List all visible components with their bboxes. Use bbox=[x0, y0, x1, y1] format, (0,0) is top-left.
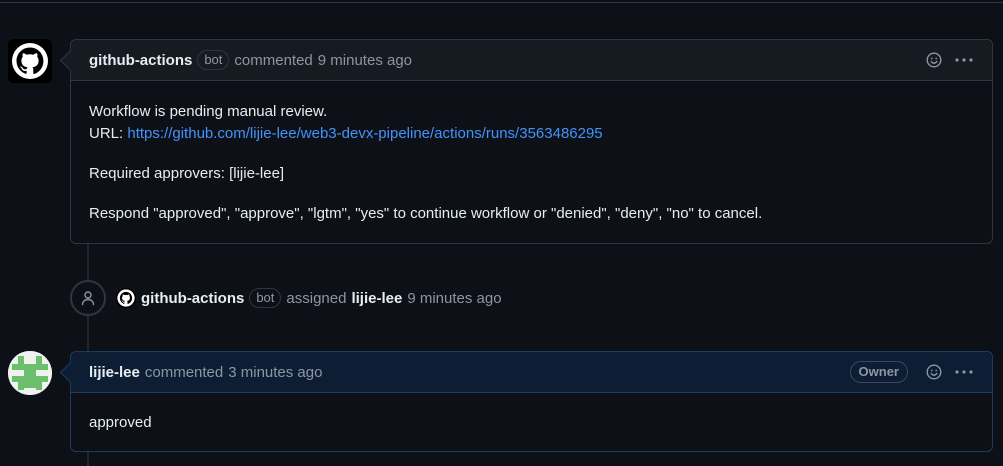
timeline-connector bbox=[87, 316, 89, 351]
comment-caret bbox=[59, 361, 82, 384]
smiley-icon[interactable] bbox=[926, 364, 942, 380]
kebab-icon[interactable] bbox=[954, 52, 974, 68]
github-logo-icon bbox=[116, 288, 136, 308]
github-logo-icon bbox=[8, 39, 52, 83]
comment-author[interactable]: lijie-lee bbox=[89, 364, 140, 381]
required-approvers-text: Required approvers: [lijie-lee] bbox=[89, 165, 285, 182]
comment-action: commented bbox=[144, 363, 224, 381]
lijie-lee-avatar[interactable] bbox=[8, 351, 52, 395]
comment-body: Workflow is pending manual review. URL: … bbox=[71, 81, 992, 245]
smiley-icon[interactable] bbox=[926, 52, 942, 68]
comment-timestamp[interactable]: 3 minutes ago bbox=[228, 364, 322, 381]
divider bbox=[0, 2, 1003, 3]
event-timestamp[interactable]: 9 minutes ago bbox=[407, 290, 501, 307]
comment-author[interactable]: github-actions bbox=[89, 52, 192, 69]
bot-badge: bot bbox=[249, 288, 282, 308]
comment-text: approved bbox=[89, 414, 152, 431]
workflow-pending-text: Workflow is pending manual review. bbox=[89, 103, 328, 120]
workflow-run-link[interactable]: https://github.com/lijie-lee/web3-devx-p… bbox=[127, 125, 602, 142]
issue-timeline: github-actions bot commented 9 minutes a… bbox=[0, 0, 1003, 466]
timeline-connector bbox=[87, 452, 89, 466]
event-actor[interactable]: github-actions bbox=[141, 290, 244, 307]
event-verb: assigned bbox=[286, 289, 347, 307]
comment-actions bbox=[926, 52, 974, 68]
comment-header: lijie-lee commented 3 minutes ago Owner bbox=[59, 352, 992, 393]
assign-event: github-actions bot assigned lijie-lee 9 … bbox=[70, 280, 502, 316]
instructions-text: Respond "approved", "approve", "lgtm", "… bbox=[89, 205, 763, 222]
comment-actions: Owner bbox=[849, 361, 974, 383]
event-badge bbox=[70, 280, 106, 316]
comment-github-actions: github-actions bot commented 9 minutes a… bbox=[59, 39, 993, 245]
comment-body: approved bbox=[71, 393, 992, 453]
comment-action: commented bbox=[234, 51, 313, 69]
person-icon bbox=[81, 291, 95, 306]
kebab-icon[interactable] bbox=[954, 364, 974, 380]
bot-badge: bot bbox=[197, 50, 230, 70]
github-actions-avatar[interactable] bbox=[8, 39, 52, 83]
identicon-icon bbox=[8, 351, 52, 395]
timeline-connector bbox=[87, 244, 89, 280]
comment-caret bbox=[59, 49, 82, 72]
comment-header: github-actions bot commented 9 minutes a… bbox=[59, 40, 992, 81]
github-actions-mini-avatar[interactable] bbox=[116, 288, 136, 308]
owner-badge: Owner bbox=[849, 361, 908, 383]
event-assignee[interactable]: lijie-lee bbox=[351, 290, 402, 307]
comment-lijie-lee: lijie-lee commented 3 minutes ago Owner … bbox=[59, 351, 993, 453]
url-label: URL: bbox=[89, 125, 124, 142]
comment-timestamp[interactable]: 9 minutes ago bbox=[318, 52, 412, 69]
